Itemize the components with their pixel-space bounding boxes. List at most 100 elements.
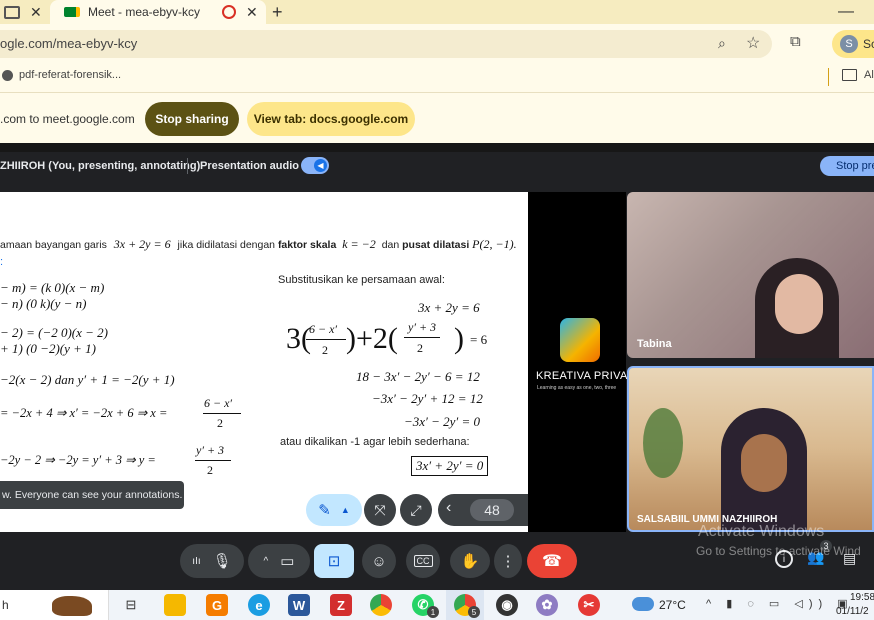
mic-control[interactable]: ıIı 🎙 [180, 544, 244, 578]
emoji-icon: ☺ [371, 552, 387, 570]
globe-icon [2, 69, 13, 81]
tray-icons[interactable]: ^ ▮ ◌ ▭ ◁)) ▣ [706, 597, 854, 610]
snipping-icon[interactable]: ✂ [578, 594, 600, 616]
participant-face [775, 274, 823, 334]
bookmark-label: pdf-referat-forensik... [19, 69, 122, 81]
minimize-button[interactable]: — [838, 0, 854, 24]
matrix-line-3: − 2) = (−2 0)(x − 2) [0, 325, 109, 340]
edge-icon[interactable]: e [248, 594, 270, 616]
activate-windows-subtitle: Go to Settings to activate Wind [696, 544, 861, 558]
logo-tagline: Learning as easy as one, two, three [537, 385, 617, 391]
zoom-icon[interactable]: ⌕ [718, 35, 726, 52]
sub-frac-num-2: y′ + 3 [408, 320, 437, 334]
close-icon[interactable]: ✕ [30, 4, 42, 21]
search-box[interactable]: h [0, 590, 109, 620]
activate-windows-title: Activate Windows [698, 523, 825, 540]
view-tab-button[interactable]: View tab: docs.google.com [247, 102, 415, 136]
new-tab-button[interactable]: + [272, 0, 283, 24]
gimp-icon[interactable]: G [206, 594, 228, 616]
mic-icon: 🎙 [212, 553, 232, 570]
tab-title: Meet - mea-ebyv-kcy [88, 5, 201, 19]
equation-line-3: −2y − 2 ⇒ −2y = y′ + 3 ⇒ y = [0, 453, 156, 467]
bookmark-item[interactable]: pdf-referat-forensik... [2, 69, 121, 81]
prev-slide-button[interactable]: ‹ [446, 499, 451, 517]
pen-icon: ✎ [318, 502, 331, 519]
chrome-badge: 5 [468, 606, 480, 618]
chevron-up-icon: ▲ [340, 505, 350, 515]
task-view-icon[interactable]: ⊟ [120, 594, 142, 616]
profile-name: Sc [863, 37, 874, 51]
meet-icon [64, 7, 80, 17]
participant-tile-tabina[interactable]: Tabina [627, 192, 874, 358]
participant-tile-salsabiil[interactable]: SALSABIIL UMMI NAZHIIROH [627, 366, 874, 532]
equation-line-1: −2(x − 2) dan y′ + 1 = −2(y + 1) [0, 372, 175, 387]
more-options-button[interactable]: ⋮ [494, 544, 522, 578]
annotation-tool-group[interactable]: ✎ ▲ [306, 494, 362, 526]
end-call-button[interactable]: ☎ [527, 544, 577, 578]
pinned-tab[interactable]: ✕ [4, 0, 44, 24]
colon: : [0, 256, 4, 268]
weather-icon [632, 597, 654, 611]
chrome-icon[interactable] [370, 594, 392, 616]
tab-meet[interactable]: Meet - mea-ebyv-kcy ✕ [50, 0, 266, 24]
slide-number[interactable]: 48 [470, 499, 514, 521]
logo-text: KREATIVA PRIVAT [536, 370, 634, 382]
profile-button[interactable]: S Sc [832, 30, 874, 58]
meet-dark-gap [0, 143, 874, 152]
equation-line-2: = −2x + 4 ⇒ x′ = −2x + 6 ⇒ x = [0, 406, 168, 420]
all-bookmarks-label: Al [864, 69, 874, 81]
present-button[interactable]: ⊡ [314, 544, 354, 578]
substitution-heading: Substitusikan ke persamaan awal: [278, 274, 445, 286]
plant-decoration [643, 408, 683, 478]
present-icon: ⊡ [327, 553, 341, 570]
url-text[interactable]: ogle.com/mea-ebyv-kcy [0, 36, 137, 51]
hand-icon: ✋ [460, 553, 480, 570]
paint-icon[interactable]: ✿ [536, 594, 558, 616]
fraction-bar [195, 460, 231, 461]
reactions-button[interactable]: ☺ [362, 544, 396, 578]
stop-sharing-button[interactable]: Stop sharing [145, 102, 239, 136]
obs-icon[interactable]: ◉ [496, 594, 518, 616]
move-tool-button[interactable]: ⤧ [364, 494, 396, 526]
bison-image [52, 596, 92, 616]
presentation-audio-toggle[interactable]: ◀ [301, 157, 329, 174]
presenter-label: ZHIIROH (You, presenting, annotating) [0, 160, 201, 172]
substitution-middle: )+2( [346, 322, 398, 355]
fraction-den-2: 2 [207, 463, 213, 477]
problem-statement: amaan bayangan garis 3x + 2y = 6 jika di… [0, 237, 517, 251]
boxed-answer: 3x′ + 2y′ = 0 [411, 456, 489, 476]
weather-temp[interactable]: 27°C [659, 598, 686, 612]
sub-frac-den-1: 2 [322, 343, 328, 357]
search-text: h [2, 598, 9, 612]
fraction-num-1: 6 − x′ [204, 396, 233, 410]
whatsapp-badge: 1 [427, 606, 439, 618]
clock-time[interactable]: 19:58 [850, 592, 874, 603]
participant-face [741, 434, 787, 492]
avatar: S [840, 35, 858, 53]
sub-frac-num-1: 6 − x′ [309, 322, 338, 336]
app-z-icon[interactable]: Z [330, 594, 352, 616]
extensions-icon[interactable]: ⧉ [790, 33, 801, 50]
camera-control[interactable]: ^ ▭ [248, 544, 310, 578]
captions-button[interactable]: CC [406, 544, 440, 578]
all-bookmarks[interactable]: Al [842, 69, 874, 81]
bookmarks-divider [828, 68, 829, 86]
matrix-line-1: − m) = (k 0)(x − m) [0, 280, 105, 295]
word-icon[interactable]: W [288, 594, 310, 616]
star-icon[interactable]: ☆ [746, 33, 760, 53]
speaker-icon: ◀ [314, 159, 327, 172]
kreativa-logo-icon [560, 318, 600, 362]
bookmarks-bar [0, 62, 874, 93]
raise-hand-button[interactable]: ✋ [450, 544, 490, 578]
close-icon[interactable]: ✕ [246, 4, 258, 21]
sharing-message: .com to meet.google.com [0, 112, 135, 126]
fullscreen-button[interactable]: ⤢ [400, 494, 432, 526]
clock-date[interactable]: 01/11/2 [836, 606, 869, 617]
camera-icon: ▭ [280, 553, 295, 570]
sub-frac-den-2: 2 [417, 341, 423, 355]
file-explorer-icon[interactable] [164, 594, 186, 616]
substitution-result: = 6 [470, 332, 488, 347]
step-3: −3x′ − 2y′ = 0 [404, 414, 481, 429]
audio-level-icon: ıIı [192, 555, 201, 567]
stop-presenting-button[interactable]: Stop pre [820, 156, 874, 176]
